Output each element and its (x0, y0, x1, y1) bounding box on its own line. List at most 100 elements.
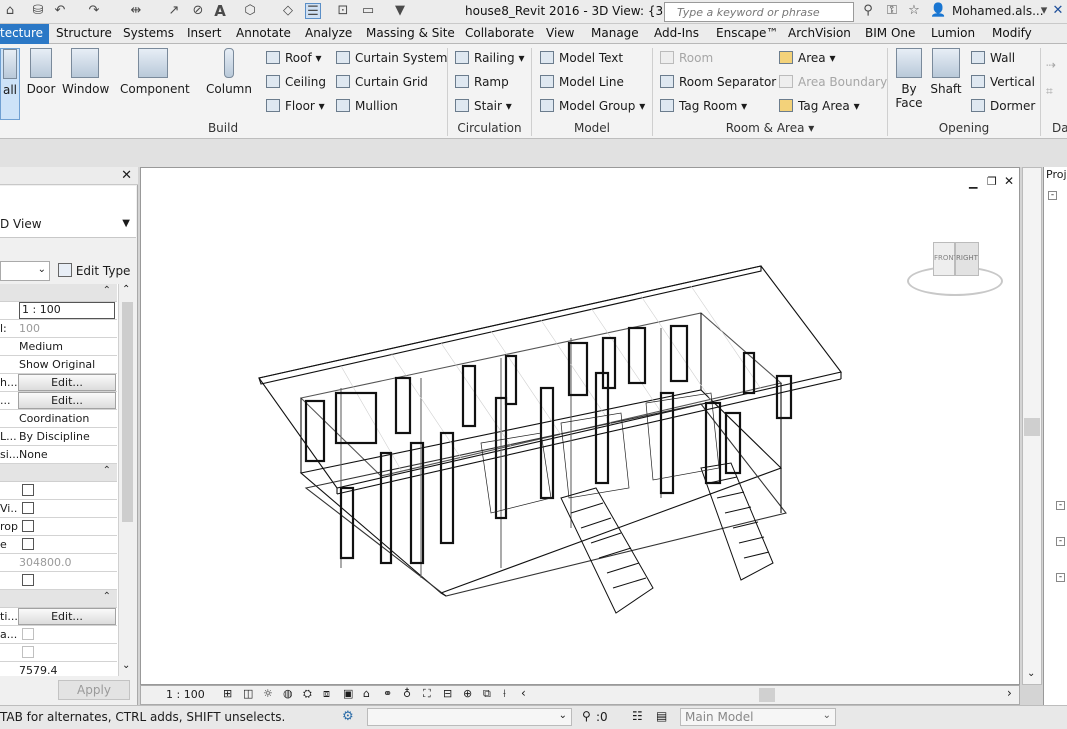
model-group-button[interactable]: Model Group ▾ (540, 99, 645, 113)
constraints-icon[interactable]: ⊟ (443, 687, 452, 700)
graphics-section[interactable]: ⌃ (0, 284, 117, 302)
open-icon[interactable]: ⌂ (2, 3, 18, 19)
property-row[interactable] (0, 644, 117, 662)
property-row[interactable]: h... Edit... (0, 374, 117, 392)
property-row[interactable] (0, 572, 117, 590)
property-row[interactable]: ti... Edit... (0, 608, 117, 626)
undo-icon[interactable]: ↶ (52, 3, 68, 19)
measure-icon[interactable]: ⇹ (128, 3, 144, 19)
tab-systems[interactable]: Systems (123, 26, 174, 40)
property-row[interactable]: Medium (0, 338, 117, 356)
3d-view-icon[interactable]: ⬡ (242, 3, 258, 19)
shaft-button[interactable]: Shaft (928, 48, 964, 96)
tab-massing-site[interactable]: Massing & Site (366, 26, 455, 40)
camera-section[interactable]: ⌃ (0, 590, 117, 608)
panel-title-circulation[interactable]: Circulation (448, 121, 531, 135)
sun-path-icon[interactable]: ☼ (263, 687, 273, 700)
close-icon[interactable]: ✕ (121, 168, 132, 183)
expand-icon[interactable]: - (1056, 501, 1065, 510)
detail-level-icon[interactable]: ⊞ (223, 687, 232, 700)
render-icon[interactable]: ⛭ (303, 687, 312, 701)
panel-title-opening[interactable]: Opening (888, 121, 1040, 135)
instance-filter-dropdown[interactable]: ⌄ (0, 261, 50, 281)
property-value[interactable]: 304800.0 (19, 556, 115, 569)
window-button[interactable]: Window (62, 48, 109, 96)
property-checkbox[interactable] (22, 502, 34, 514)
property-row[interactable]: Coordination (0, 410, 117, 428)
property-value[interactable]: None (19, 448, 115, 461)
wall-button[interactable]: all (0, 48, 20, 120)
property-row[interactable]: si... None (0, 446, 117, 464)
horizontal-scroll-thumb[interactable] (759, 688, 775, 702)
redo-icon[interactable]: ↷ (86, 3, 102, 19)
close-hidden-icon[interactable]: ⊡ (335, 3, 351, 19)
property-value[interactable]: Coordination (19, 412, 115, 425)
area-boundary-button[interactable]: Area Boundary (779, 75, 887, 89)
property-value[interactable]: By Discipline (19, 430, 115, 443)
mullion-button[interactable]: Mullion (336, 99, 398, 113)
tab-lumion[interactable]: Lumion (931, 26, 975, 40)
highlight-icon[interactable]: ⧉ (483, 687, 491, 701)
datum-grid-icon[interactable]: ⌗ (1046, 84, 1053, 99)
expand-icon[interactable]: - (1056, 537, 1065, 546)
scroll-right-icon[interactable]: › (1007, 686, 1012, 700)
design-options-icon[interactable]: ☷ (632, 709, 643, 723)
tag-icon[interactable]: ⊘ (190, 3, 206, 19)
property-value[interactable]: 7579.4 (19, 664, 115, 676)
property-row[interactable]: l: 100 (0, 320, 117, 338)
property-value[interactable]: Medium (19, 340, 115, 353)
design-option-dropdown[interactable]: Main Model ⌄ (680, 708, 836, 726)
property-checkbox[interactable] (22, 538, 34, 550)
viewcube-front-face[interactable]: FRONT (933, 242, 958, 276)
property-edit-button[interactable]: Edit... (18, 392, 116, 409)
filter-icon[interactable]: ▤ (656, 709, 667, 723)
reveal-hidden-icon[interactable]: ♁ (403, 687, 411, 700)
expand-icon[interactable]: - (1056, 573, 1065, 582)
datum-level-icon[interactable]: ⇢ (1046, 58, 1056, 72)
text-icon[interactable]: A (212, 3, 228, 19)
panel-title-datum[interactable]: Da (1052, 121, 1067, 135)
tab-analyze[interactable]: Analyze (305, 26, 352, 40)
tab-structure[interactable]: Structure (56, 26, 112, 40)
room-separator-button[interactable]: Room Separator (660, 75, 776, 89)
property-edit-button[interactable]: Edit... (18, 374, 116, 391)
vertical-opening-button[interactable]: Vertical (971, 75, 1035, 89)
area-button[interactable]: Area ▾ (779, 51, 835, 65)
switch-windows-icon[interactable]: ▭ (360, 3, 376, 19)
tab-collaborate[interactable]: Collaborate (465, 26, 534, 40)
scrollbar-thumb[interactable] (122, 302, 133, 522)
panel-title-room-area[interactable]: Room & Area ▾ (653, 121, 887, 135)
thin-lines-icon[interactable]: ☰ (305, 3, 321, 19)
tag-room-button[interactable]: Tag Room ▾ (660, 99, 747, 113)
properties-scrollbar[interactable]: ⌃ ⌄ (118, 284, 136, 676)
property-row[interactable]: Vi... (0, 500, 117, 518)
edit-type-button[interactable]: Edit Type (56, 261, 136, 281)
component-button[interactable]: Component (120, 48, 190, 96)
workset-icon[interactable]: ⚙ (342, 709, 354, 724)
ceiling-button[interactable]: Ceiling (266, 75, 326, 89)
property-row[interactable]: 1 : 100 (0, 302, 117, 320)
model-text-button[interactable]: Model Text (540, 51, 623, 65)
shadows-icon[interactable]: ◍ (283, 687, 293, 700)
canvas-vertical-scrollbar[interactable]: ⌄ (1022, 167, 1042, 685)
property-row[interactable]: rop (0, 518, 117, 536)
help-search-input[interactable]: Type a keyword or phrase (664, 2, 854, 22)
expand-icon[interactable]: - (1048, 191, 1057, 200)
wall-opening-button[interactable]: Wall (971, 51, 1015, 65)
user-name[interactable]: Mohamed.als... (952, 4, 1044, 18)
property-row[interactable]: 304800.0 (0, 554, 117, 572)
3d-view-canvas[interactable]: ▁ ❐ ✕ FRONT RIGHT (140, 167, 1033, 685)
tag-area-button[interactable]: Tag Area ▾ (779, 99, 860, 113)
property-value[interactable]: 1 : 100 (19, 302, 115, 319)
room-button[interactable]: Room (660, 51, 713, 65)
model-line-button[interactable]: Model Line (540, 75, 624, 89)
panel-title-build[interactable]: Build (0, 121, 446, 135)
column-button[interactable]: Column (206, 48, 252, 96)
property-edit-button[interactable]: Edit... (18, 608, 116, 625)
save-icon[interactable]: ⛁ (30, 3, 46, 19)
tab-archvision[interactable]: ArchVision (788, 26, 851, 40)
scrollbar-thumb[interactable] (1024, 418, 1040, 436)
extents-section[interactable]: ⌃ (0, 464, 117, 482)
editable-only-icon[interactable]: ⚲ (582, 709, 591, 723)
chevron-down-icon[interactable]: ▼ (122, 218, 130, 229)
